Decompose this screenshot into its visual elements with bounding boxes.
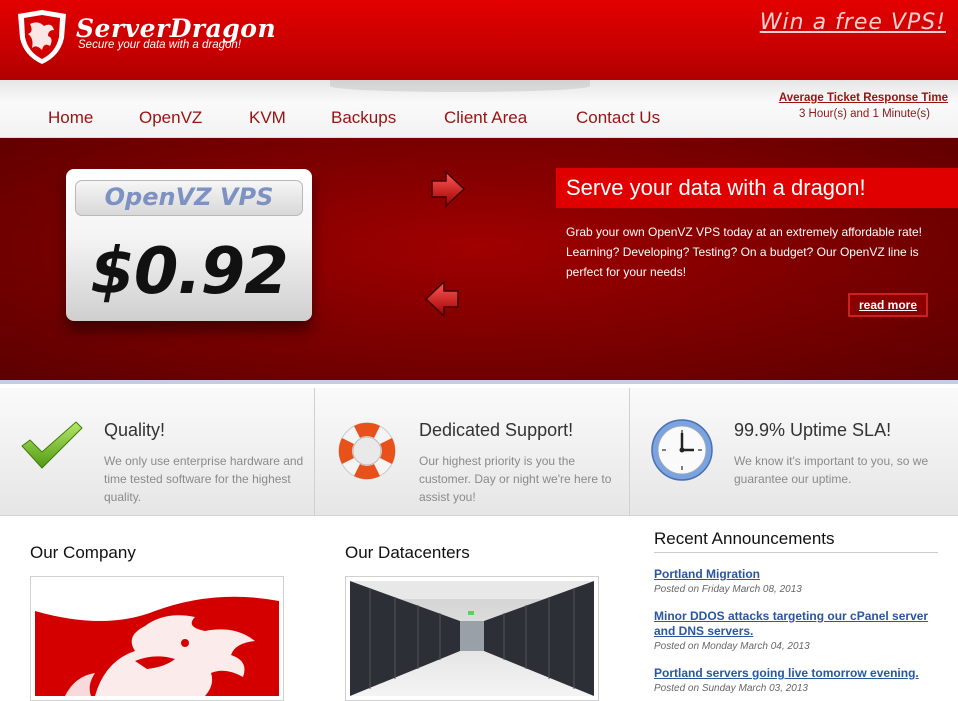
page: ServerDragon Secure your data with a dra…	[0, 0, 958, 701]
clock-icon	[651, 419, 713, 481]
nav-client-area[interactable]: Client Area	[444, 108, 527, 128]
nav-backups[interactable]: Backups	[331, 108, 396, 128]
hero-slider: OpenVZ VPS $0.92 Serve your data with a …	[0, 138, 958, 384]
nav-openvz[interactable]: OpenVZ	[139, 108, 202, 128]
hero-title: Serve your data with a dragon!	[566, 175, 866, 200]
our-datacenters-title: Our Datacenters	[345, 543, 470, 562]
announcement-date: Posted on Monday March 04, 2013	[654, 641, 810, 652]
checkmark-icon	[21, 421, 83, 469]
features-strip: Quality! We only use enterprise hardware…	[0, 388, 958, 516]
recent-announcements-title: Recent Announcements	[654, 529, 835, 548]
announcement-date: Posted on Friday March 08, 2013	[654, 584, 802, 595]
server-racks-image	[350, 581, 594, 696]
price-plan-label: OpenVZ VPS	[75, 180, 303, 216]
site-header: ServerDragon Secure your data with a dra…	[0, 0, 958, 80]
feature-text: Our highest priority is you the customer…	[419, 454, 612, 504]
company-image[interactable]	[30, 576, 284, 701]
nav-contact-us[interactable]: Contact Us	[576, 108, 660, 128]
datacenter-image[interactable]	[345, 576, 599, 701]
price-card: OpenVZ VPS $0.92	[66, 169, 312, 321]
ticket-response-time: 3 Hour(s) and 1 Minute(s)	[798, 108, 930, 120]
announcements-divider	[654, 552, 938, 553]
hero-description: Grab your own OpenVZ VPS today at an ext…	[566, 225, 922, 279]
announcement-link[interactable]: Portland servers going live tomorrow eve…	[654, 666, 944, 681]
slider-prev-arrow-icon[interactable]	[424, 280, 460, 318]
nav-kvm[interactable]: KVM	[249, 108, 286, 128]
ticket-response-link[interactable]: Average Ticket Response Time	[779, 92, 948, 104]
announcement-date: Posted on Sunday March 03, 2013	[654, 683, 808, 694]
nav-home[interactable]: Home	[48, 108, 93, 128]
nav-decoration	[330, 80, 590, 92]
slider-next-arrow-icon[interactable]	[430, 170, 466, 208]
price-value: $0.92	[90, 235, 288, 309]
announcement-link[interactable]: Portland Migration	[654, 567, 944, 582]
feature-text: We only use enterprise hardware and time…	[104, 454, 304, 504]
feature-divider	[314, 388, 315, 516]
feature-title: Dedicated Support!	[419, 420, 574, 440]
feature-text: We know it's important to you, so we gua…	[734, 454, 929, 486]
dragon-shield-logo-icon[interactable]	[14, 8, 70, 66]
brand-tagline: Secure your data with a dragon!	[78, 39, 242, 51]
our-company-title: Our Company	[30, 543, 136, 562]
announcement-link[interactable]: Minor DDOS attacks targeting our cPanel …	[654, 609, 944, 639]
feature-divider	[629, 388, 630, 516]
hero-title-bar: Serve your data with a dragon!	[556, 168, 958, 208]
dragon-image	[35, 581, 279, 696]
win-free-vps-link[interactable]: Win a free VPS!	[760, 10, 946, 35]
feature-title: 99.9% Uptime SLA!	[734, 420, 892, 440]
lifebuoy-icon	[338, 422, 396, 480]
feature-title: Quality!	[104, 420, 166, 440]
read-more-button[interactable]: read more	[848, 293, 928, 317]
